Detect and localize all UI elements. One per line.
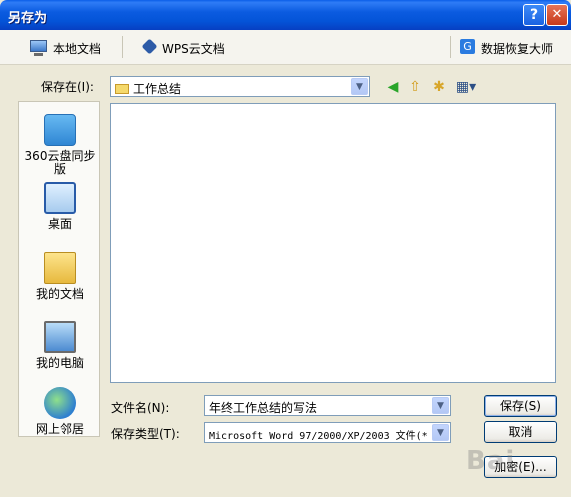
tab-data-recovery[interactable]: 数据恢复大师	[481, 40, 553, 57]
place-label: 我的文档	[35, 287, 84, 301]
place-360-sync[interactable]: 360云盘同步版	[19, 114, 101, 176]
filename-label: 文件名(N):	[111, 401, 170, 415]
place-label: 桌面	[47, 217, 72, 231]
place-network[interactable]: 网上邻居	[19, 387, 101, 436]
my-documents-icon	[44, 252, 76, 284]
my-computer-icon	[44, 321, 76, 353]
save-in-label: 保存在(I):	[41, 80, 94, 94]
window-title: 另存为	[8, 11, 48, 26]
close-button[interactable]: ✕	[546, 4, 568, 26]
new-folder-icon[interactable]: ✱	[430, 78, 448, 96]
folder-icon	[115, 84, 129, 94]
filename-value: 年终工作总结的写法	[209, 401, 318, 415]
divider	[122, 36, 123, 58]
cloud-sync-icon	[44, 114, 76, 146]
file-list[interactable]	[110, 103, 556, 383]
tab-wps-cloud[interactable]: WPS云文档	[162, 40, 225, 57]
places-bar: 360云盘同步版 桌面 我的文档 我的电脑 网上邻居	[18, 101, 100, 437]
watermark: Bai	[466, 446, 516, 476]
place-my-documents[interactable]: 我的文档	[19, 252, 101, 301]
computer-icon	[30, 40, 47, 56]
up-folder-icon[interactable]: ⇧	[406, 78, 424, 96]
save-in-dropdown[interactable]: 工作总结 ▼	[110, 76, 370, 97]
chevron-down-icon[interactable]: ▼	[351, 78, 368, 95]
view-menu-icon[interactable]: ▦▾	[454, 78, 478, 96]
place-label: 360云盘同步版	[24, 149, 96, 176]
network-icon	[44, 387, 76, 419]
filetype-label: 保存类型(T):	[111, 427, 180, 441]
recovery-g-icon: G	[460, 39, 475, 54]
divider	[450, 36, 451, 58]
place-my-computer[interactable]: 我的电脑	[19, 321, 101, 370]
save-in-value: 工作总结	[133, 82, 182, 96]
place-label: 我的电脑	[35, 356, 84, 370]
filetype-select[interactable]: Microsoft Word 97/2000/XP/2003 文件(* ▼	[204, 422, 451, 443]
chevron-down-icon[interactable]: ▼	[432, 397, 449, 414]
help-button[interactable]: ?	[523, 4, 545, 26]
filename-field[interactable]: 年终工作总结的写法 ▼	[204, 395, 451, 416]
filetype-value: Microsoft Word 97/2000/XP/2003 文件(*	[209, 431, 428, 442]
tab-local-docs[interactable]: 本地文档	[53, 40, 101, 57]
chevron-down-icon[interactable]: ▼	[432, 424, 449, 441]
wps-cloud-icon	[141, 38, 158, 55]
back-icon[interactable]: ◀	[384, 78, 402, 96]
place-desktop[interactable]: 桌面	[19, 182, 101, 231]
location-toolbar: 本地文档 WPS云文档 G 数据恢复大师	[0, 30, 571, 65]
cancel-button[interactable]: 取消	[484, 421, 557, 443]
place-label: 网上邻居	[35, 422, 84, 436]
desktop-icon	[44, 182, 76, 214]
save-button[interactable]: 保存(S)	[484, 395, 557, 417]
title-bar: 另存为 ? ✕	[0, 0, 571, 30]
